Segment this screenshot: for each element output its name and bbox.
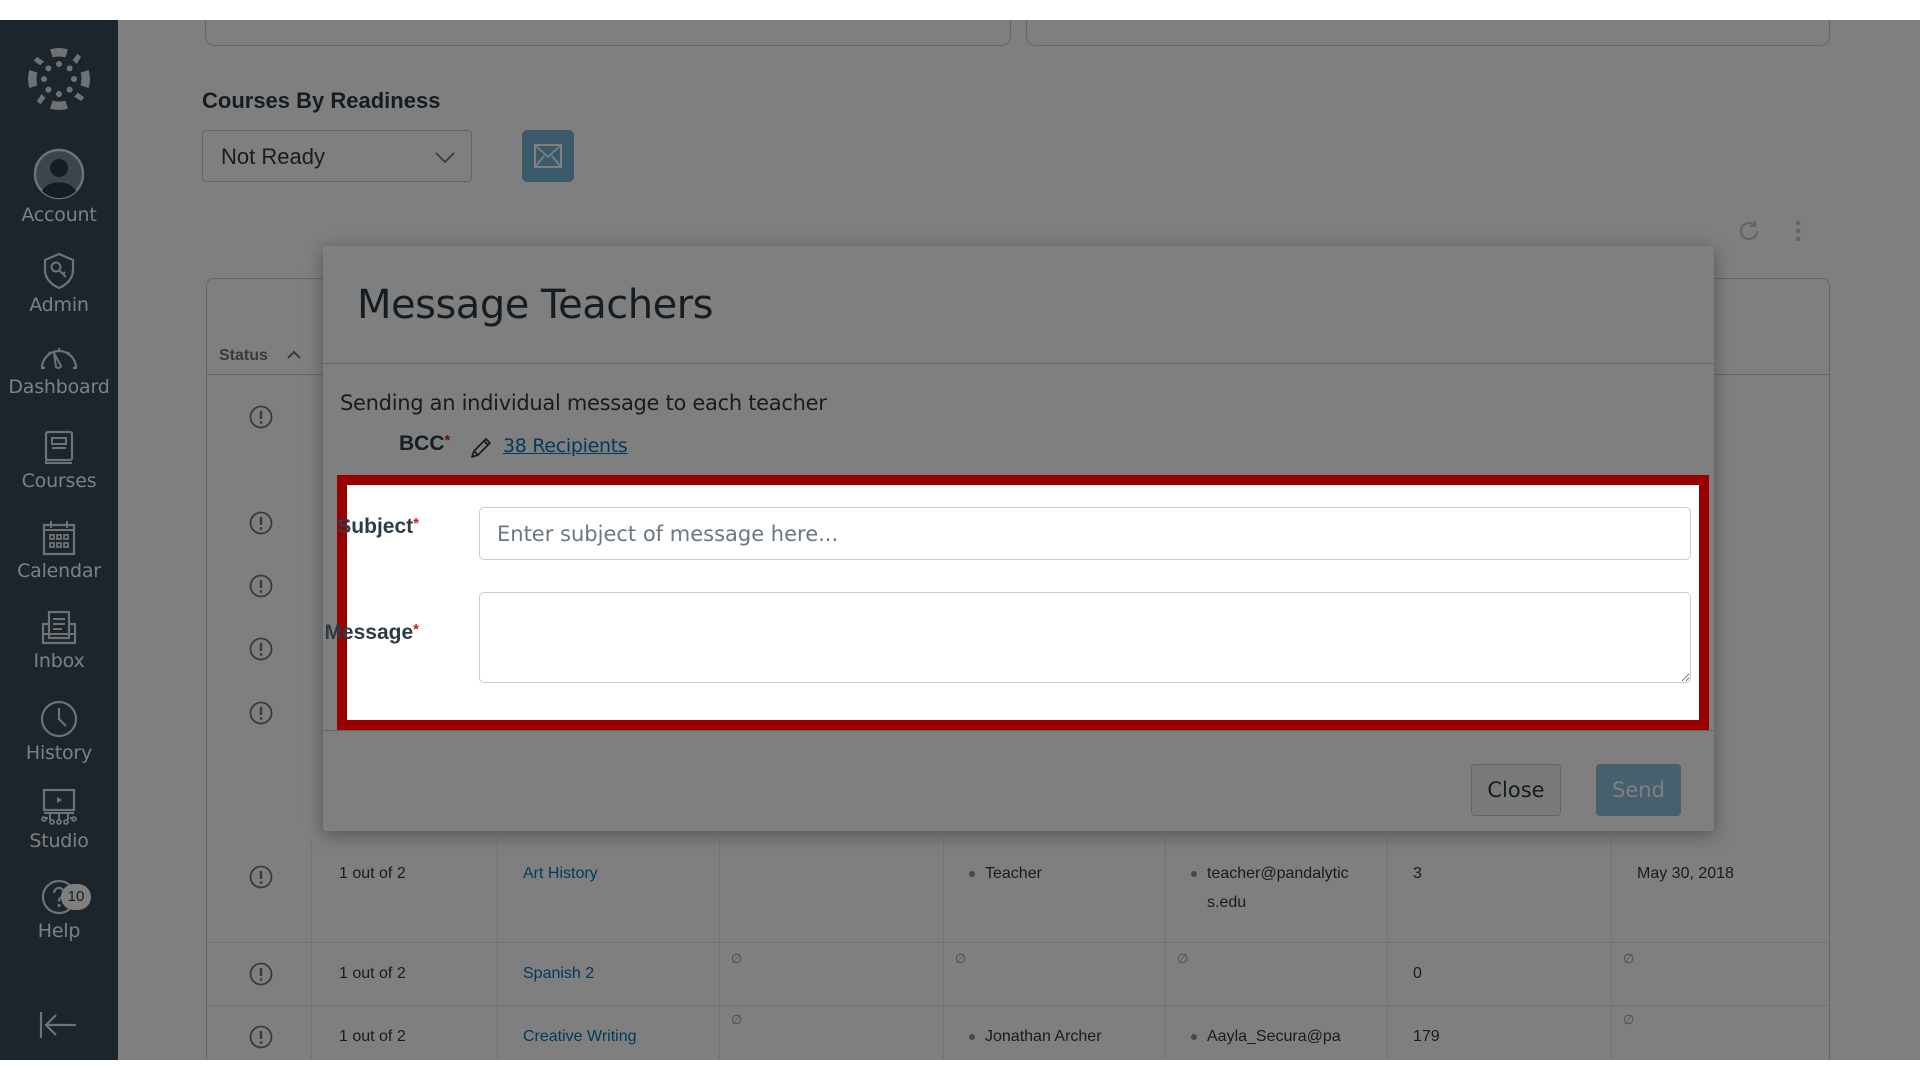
subject-label: Subject*	[337, 515, 419, 539]
message-textarea[interactable]	[479, 592, 1691, 683]
message-label-text: Message	[324, 621, 414, 644]
subject-input[interactable]	[479, 507, 1691, 560]
required-asterisk: *	[413, 621, 419, 638]
required-asterisk: *	[413, 515, 419, 532]
app-frame: Account Admin Dashboard	[0, 20, 1920, 1060]
highlight-box: Subject* Message*	[324, 475, 1709, 730]
message-label: Message*	[324, 621, 419, 645]
subject-label-text: Subject	[337, 515, 414, 538]
